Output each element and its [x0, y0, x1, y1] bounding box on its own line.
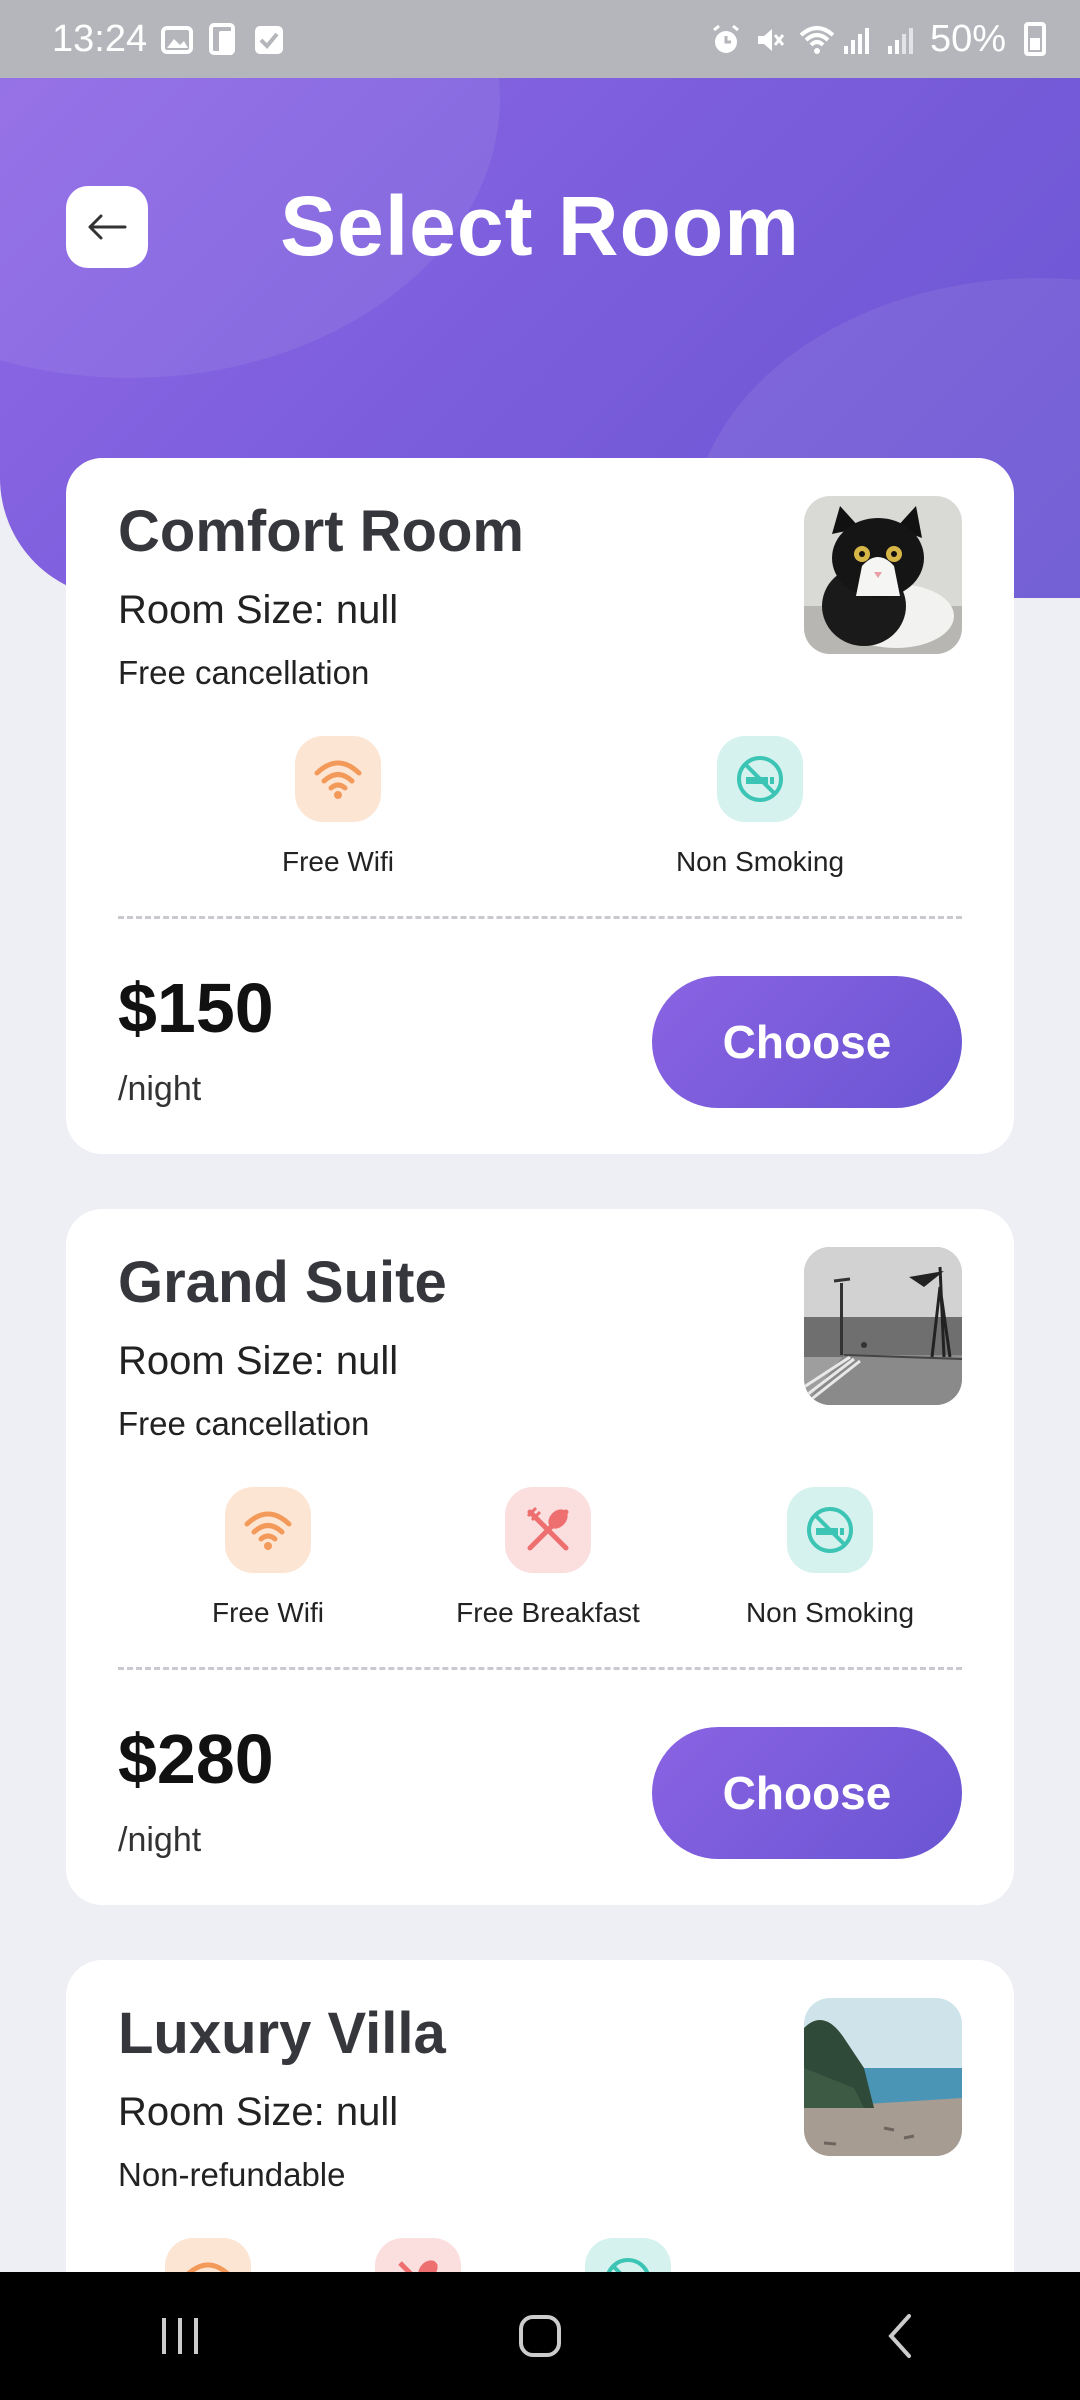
no-smoking-icon [787, 1487, 873, 1573]
checkbox-icon [253, 23, 285, 55]
choose-button[interactable]: Choose [652, 976, 962, 1108]
system-nav-bar [0, 2272, 1080, 2400]
amenities-row: Free Wifi Free Breakfast Non Smoking [118, 1487, 962, 1637]
amenity-label: Non Smoking [745, 1597, 915, 1628]
choose-button[interactable]: Choose [652, 1727, 962, 1859]
room-card: Comfort Room Room Size: null Free cancel… [66, 458, 1014, 1154]
recent-apps-icon[interactable] [120, 2296, 240, 2376]
sim-icon [207, 23, 239, 55]
fork-knife-icon [505, 1487, 591, 1573]
cat-photo [804, 496, 962, 654]
room-size: Room Size: null [118, 588, 399, 632]
room-policy: Non-refundable [118, 2156, 346, 2193]
amenity-label: Free Breakfast [456, 1597, 640, 1628]
room-name: Luxury Villa [118, 2001, 446, 2066]
divider [118, 1667, 962, 1670]
home-icon[interactable] [480, 2296, 600, 2376]
room-name: Grand Suite [118, 1250, 447, 1315]
wifi-icon [798, 23, 835, 55]
room-price: $280 [118, 1720, 274, 1798]
alarm-icon [710, 23, 742, 55]
per-night-label: /night [118, 1070, 202, 1108]
wifi-icon [295, 736, 381, 822]
room-policy: Free cancellation [118, 654, 370, 691]
signal-icon-2 [886, 23, 918, 55]
status-bar: 13:24 50% [0, 0, 1080, 78]
mute-icon [754, 23, 786, 55]
amenity-free-wifi: Free Wifi [128, 1487, 408, 1629]
room-thumbnail[interactable] [804, 1247, 962, 1405]
signal-icon [842, 23, 874, 55]
amenities-row: Free Wifi Non Smoking [118, 736, 962, 886]
wifi-icon [225, 1487, 311, 1573]
divider [118, 916, 962, 919]
amenity-free-wifi: Free Wifi [198, 736, 478, 878]
battery-percent: 50% [929, 17, 1006, 60]
image-icon [161, 23, 194, 55]
back-icon[interactable] [840, 2296, 960, 2376]
room-thumbnail[interactable] [804, 1998, 962, 2156]
page-title: Select Room [280, 179, 800, 273]
status-time: 13:24 [52, 17, 148, 60]
room-card: Grand Suite Room Size: null Free cancell… [66, 1209, 1014, 1905]
battery-icon [1024, 22, 1046, 56]
room-size: Room Size: null [118, 2090, 399, 2134]
amenity-label: Non Smoking [675, 846, 845, 877]
amenity-label: Free Wifi [282, 846, 394, 877]
room-name: Comfort Room [118, 499, 524, 564]
amenity-non-smoking: Non Smoking [690, 1487, 970, 1629]
room-thumbnail[interactable] [804, 496, 962, 654]
amenity-free-breakfast: Free Breakfast [408, 1487, 688, 1629]
amenity-label: Free Wifi [212, 1597, 324, 1628]
amenity-non-smoking: Non Smoking [620, 736, 900, 878]
room-price: $150 [118, 969, 274, 1047]
room-size: Room Size: null [118, 1339, 399, 1383]
room-policy: Free cancellation [118, 1405, 370, 1442]
no-smoking-icon [717, 736, 803, 822]
beach-photo [804, 1998, 962, 2156]
pier-photo [804, 1247, 962, 1405]
per-night-label: /night [118, 1821, 202, 1859]
